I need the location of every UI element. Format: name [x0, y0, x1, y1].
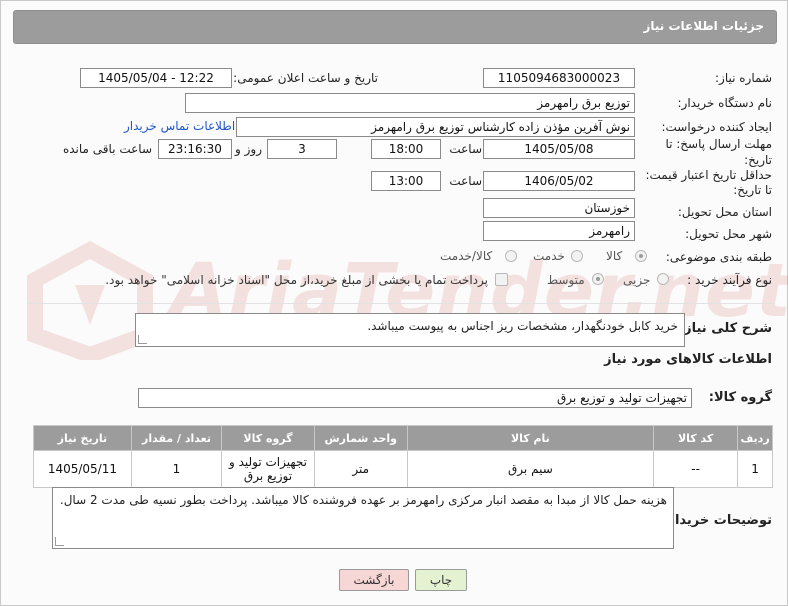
cell-goods-group: تجهیزات تولید و توزیع برق [221, 450, 315, 488]
buyer-org-label: نام دستگاه خریدار: [677, 96, 773, 110]
days-label: روز و [235, 142, 262, 156]
need-number-field[interactable]: 1105094683000023 [483, 68, 635, 88]
delivery-province-label: استان محل تحویل: [677, 205, 772, 219]
need-description-textarea[interactable]: خرید کابل خودنگهدار، مشخصات ریز اجناس به… [135, 313, 685, 347]
category-service-label: خدمت [533, 249, 565, 263]
category-goods-service-radio[interactable] [505, 250, 517, 262]
back-button[interactable]: بازگشت [339, 569, 409, 591]
deadline-label-2: تاریخ: [744, 153, 772, 167]
resize-handle-icon[interactable] [138, 335, 147, 344]
need-description-label: شرح کلی نیاز: [678, 321, 772, 336]
remaining-time-field[interactable]: 23:16:30 [158, 139, 232, 159]
delivery-city-field[interactable]: رامهرمز [483, 221, 635, 241]
table-row: 1 -- سیم برق متر تجهیزات تولید و توزیع ب… [33, 450, 773, 488]
page-header: جزئیات اطلاعات نیاز [13, 10, 777, 44]
days-remaining-field[interactable]: 3 [267, 139, 337, 159]
price-validity-time-field[interactable]: 13:00 [371, 171, 441, 191]
col-goods-name: نام کالا [406, 425, 655, 451]
col-row-number: ردیف [737, 425, 773, 451]
buyer-notes-text: هزینه حمل کالا از مبدا به مقصد انبار مرک… [59, 493, 667, 507]
price-validity-label-2: تا تاریخ: [733, 183, 772, 197]
goods-table: ردیف کد کالا نام کالا واحد شمارش گروه کا… [33, 425, 773, 488]
process-minor-label: جزیی [623, 273, 651, 287]
treasury-payment-note: پرداخت تمام یا بخشی از مبلغ خرید،از محل … [105, 273, 488, 287]
price-validity-label: حداقل تاریخ اعتبار قیمت: [645, 168, 772, 182]
category-service-radio[interactable] [571, 250, 583, 262]
need-number-label: شماره نیاز: [715, 71, 772, 85]
col-goods-group: گروه کالا [221, 425, 315, 451]
goods-section-title: اطلاعات کالاهای مورد نیاز [604, 352, 772, 367]
cell-need-date: 1405/05/11 [33, 450, 132, 488]
need-description-text: خرید کابل خودنگهدار، مشخصات ریز اجناس به… [367, 319, 678, 333]
goods-group-label: گروه کالا: [708, 390, 772, 405]
category-label: طبقه بندی موضوعی: [665, 250, 772, 264]
deadline-time-field[interactable]: 18:00 [371, 139, 441, 159]
goods-group-field[interactable]: تجهیزات تولید و توزیع برق [138, 388, 692, 408]
deadline-date-field[interactable]: 1405/05/08 [483, 139, 635, 159]
print-button[interactable]: چاپ [415, 569, 467, 591]
category-goods-service-label: کالا/خدمت [440, 249, 493, 263]
buyer-notes-label: توضیحات خریدار: [662, 513, 772, 528]
cell-quantity: 1 [130, 450, 223, 488]
process-minor-radio[interactable] [657, 273, 669, 285]
requester-label: ایجاد کننده درخواست: [661, 120, 772, 134]
cell-goods-code: -- [653, 450, 739, 488]
col-need-date: تاریخ نیاز [33, 425, 132, 451]
col-quantity: تعداد / مقدار [130, 425, 223, 451]
goods-table-header: ردیف کد کالا نام کالا واحد شمارش گروه کا… [33, 425, 773, 451]
col-unit: واحد شمارش [313, 425, 408, 451]
purchase-process-label: نوع فرآیند خرید : [687, 273, 772, 287]
price-validity-date-field[interactable]: 1406/05/02 [483, 171, 635, 191]
process-medium-radio[interactable] [592, 273, 604, 285]
section-divider [28, 303, 774, 304]
category-goods-label: کالا [606, 249, 623, 263]
price-validity-time-label: ساعت [449, 174, 482, 188]
remaining-time-label: ساعت باقی مانده [62, 142, 152, 156]
deadline-time-label: ساعت [449, 142, 482, 156]
buyer-contact-link[interactable]: اطلاعات تماس خریدار [124, 119, 235, 133]
announce-date-field[interactable]: 1405/05/04 - 12:22 [80, 68, 232, 88]
treasury-payment-checkbox[interactable] [495, 273, 508, 286]
cell-row-number: 1 [737, 450, 773, 488]
delivery-city-label: شهر محل تحویل: [685, 227, 772, 241]
page-title: جزئیات اطلاعات نیاز [643, 19, 764, 33]
requester-field[interactable]: نوش آفرین مؤذن زاده کارشناس توزیع برق را… [236, 117, 635, 137]
announce-date-label: تاریخ و ساعت اعلان عمومی: [233, 71, 378, 85]
delivery-province-field[interactable]: خوزستان [483, 198, 635, 218]
resize-handle-icon[interactable] [55, 537, 64, 546]
cell-unit: متر [313, 450, 408, 488]
buyer-org-field[interactable]: توزیع برق رامهرمز [185, 93, 635, 113]
cell-goods-name: سیم برق [406, 450, 655, 488]
buyer-notes-textarea[interactable]: هزینه حمل کالا از مبدا به مقصد انبار مرک… [52, 487, 674, 549]
col-goods-code: کد کالا [653, 425, 739, 451]
deadline-label: مهلت ارسال پاسخ: تا [665, 137, 772, 151]
category-goods-radio[interactable] [635, 250, 647, 262]
process-medium-label: متوسط [547, 273, 585, 287]
